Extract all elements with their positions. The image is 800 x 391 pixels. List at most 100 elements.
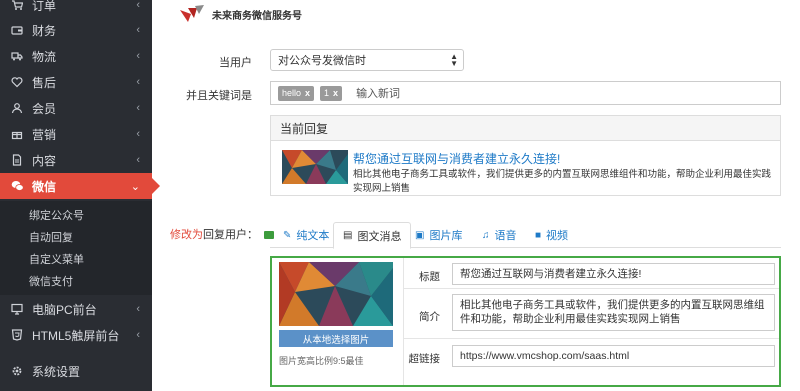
image-ratio-hint: 图片宽高比例9:5最佳 <box>279 356 364 366</box>
gear-icon <box>10 364 24 378</box>
remove-tag-button[interactable]: x <box>333 88 338 98</box>
tab-plain-text[interactable]: ✎ 纯文本 <box>274 222 338 248</box>
current-reply-panel: 当前回复 帮您通过互联网与消费者建立永久连接! 相比其他电子商务工具或软件，我们… <box>270 115 781 196</box>
sidebar-item-settings[interactable]: 系统设置 <box>0 358 152 384</box>
sidebar: 订单 ‹ 财务 ‹ 物流 ‹ 售后 ‹ 会员 ‹ 营销 ‹ 内容 ‹ 微信 ⌄ … <box>0 0 160 391</box>
chevron-left-icon: ‹ <box>136 329 140 341</box>
sidebar-item-content[interactable]: 内容 ‹ <box>0 147 152 173</box>
news-editor: 从本地选择图片 图片宽高比例9:5最佳 标题 帮您通过互联网与消费者建立永久连接… <box>270 256 781 387</box>
sidebar-item-label: 内容 <box>32 153 57 168</box>
tab-news[interactable]: ▤ 图文消息 <box>333 222 412 249</box>
monitor-icon <box>10 302 24 316</box>
sidebar-item-aftersale[interactable]: 售后 ‹ <box>0 69 152 95</box>
chevron-down-icon: ⌄ <box>130 180 140 193</box>
sidebar-item-label: 系统设置 <box>32 364 81 379</box>
gift-icon <box>10 127 24 141</box>
keyword-label: 并且关键词是 <box>186 90 252 102</box>
keyword-tag-text: 1 <box>324 88 330 98</box>
sidebar-item-label: 物流 <box>32 49 57 64</box>
video-icon: ■ <box>535 229 542 241</box>
html5-icon <box>10 328 24 342</box>
chevron-left-icon: ‹ <box>136 102 140 114</box>
sidebar-item-marketing[interactable]: 营销 ‹ <box>0 121 152 147</box>
sidebar-item-pc-frontend[interactable]: 电脑PC前台 ‹ <box>0 296 152 322</box>
chevron-left-icon: ‹ <box>136 303 140 315</box>
divider <box>403 338 779 339</box>
current-reply-description: 相比其他电子商务工具或软件，我们提供更多的内置互联网思维组件和功能，帮助企业利用… <box>353 169 772 194</box>
tab-label: 视频 <box>546 230 569 242</box>
user-event-select-value: 对公众号发微信时 <box>278 55 366 67</box>
submenu-item-custom-menu[interactable]: 自定义菜单 <box>0 248 152 270</box>
current-reply-heading: 当前回复 <box>271 116 780 141</box>
title-input[interactable]: 帮您通过互联网与消费者建立永久连接! <box>452 263 775 285</box>
new-keyword-input[interactable]: 输入新词 <box>356 85 400 101</box>
user-event-select[interactable]: 对公众号发微信时 ▲ ▼ <box>270 49 464 71</box>
modify-reply-row: 修改为回复用户： <box>170 226 274 242</box>
sidebar-item-logistics[interactable]: 物流 ‹ <box>0 43 152 69</box>
chevron-left-icon: ‹ <box>136 0 140 11</box>
keyword-tag: 1 x <box>320 85 343 101</box>
heart-icon <box>10 75 24 89</box>
keyword-tag-input[interactable]: hello x 1 x 输入新词 <box>270 81 781 105</box>
divider <box>403 288 779 289</box>
chevron-left-icon: ‹ <box>136 154 140 166</box>
wallet-icon <box>10 23 24 37</box>
tab-image-library[interactable]: ▣ 图片库 <box>406 222 471 248</box>
current-reply-title[interactable]: 帮您通过互联网与消费者建立永久连接! <box>353 150 560 167</box>
news-icon: ▤ <box>343 230 353 241</box>
current-reply-thumbnail <box>282 150 348 184</box>
reply-type-tabs: ✎ 纯文本 ▤ 图文消息 ▣ 图片库 ♫ 语音 ■ 视频 <box>270 222 781 249</box>
sidebar-item-members[interactable]: 会员 ‹ <box>0 95 152 121</box>
brand-logo <box>178 4 206 24</box>
modify-link[interactable]: 修改为 <box>170 229 203 241</box>
chevron-left-icon: ‹ <box>136 50 140 62</box>
sidebar-item-orders[interactable]: 订单 ‹ <box>0 0 152 18</box>
tab-audio[interactable]: ♫ 语音 <box>473 222 526 248</box>
audio-icon: ♫ <box>482 229 490 241</box>
tab-label: 纯文本 <box>296 230 330 242</box>
user-label: 当用户 <box>219 57 252 69</box>
image-icon: ▣ <box>415 229 425 241</box>
modify-label: 回复用户： <box>203 229 258 241</box>
active-indicator <box>152 178 160 194</box>
sidebar-item-label: 财务 <box>32 23 57 38</box>
sidebar-item-finance[interactable]: 财务 ‹ <box>0 17 152 43</box>
remove-tag-button[interactable]: x <box>305 88 310 98</box>
user-icon <box>10 101 24 115</box>
cover-image-preview <box>279 262 393 326</box>
tab-label: 语音 <box>494 230 517 242</box>
chevron-left-icon: ‹ <box>136 76 140 88</box>
sidebar-item-label: 售后 <box>32 75 57 90</box>
truck-icon <box>10 49 24 63</box>
sidebar-item-html5-frontend[interactable]: HTML5触屏前台 ‹ <box>0 322 152 348</box>
summary-label: 简介 <box>419 311 440 323</box>
sidebar-item-label: 微信 <box>32 179 57 194</box>
sidebar-item-label: HTML5触屏前台 <box>32 328 120 343</box>
submenu-item-auto-reply[interactable]: 自动回复 <box>0 226 152 248</box>
keyword-tag-text: hello <box>282 88 302 98</box>
sidebar-item-label: 会员 <box>32 101 57 116</box>
select-arrows-icon: ▲ ▼ <box>450 52 458 68</box>
edit-icon: ✎ <box>283 229 292 241</box>
sidebar-item-label: 订单 <box>32 0 57 13</box>
title-label: 标题 <box>419 271 440 283</box>
brand-name: 未来商务微信服务号 <box>212 10 302 22</box>
keyword-tag: hello x <box>278 85 315 101</box>
submenu-item-bind-account[interactable]: 绑定公众号 <box>0 204 152 226</box>
document-icon <box>10 153 24 167</box>
summary-textarea[interactable]: 相比其他电子商务工具或软件，我们提供更多的内置互联网思维组件和功能，帮助企业利用… <box>452 294 775 331</box>
wechat-icon <box>10 179 24 193</box>
tab-label: 图文消息 <box>357 230 402 243</box>
chevron-left-icon: ‹ <box>136 128 140 140</box>
sidebar-item-label: 电脑PC前台 <box>32 302 97 317</box>
link-input[interactable]: https://www.vmcshop.com/saas.html <box>452 345 775 367</box>
tab-video[interactable]: ■ 视频 <box>526 222 577 248</box>
brand: 未来商务微信服务号 <box>178 4 302 24</box>
upload-local-image-button[interactable]: 从本地选择图片 <box>279 330 393 347</box>
tab-label: 图片库 <box>429 230 463 242</box>
sidebar-item-label: 营销 <box>32 127 57 142</box>
sidebar-item-wechat[interactable]: 微信 ⌄ <box>0 173 160 199</box>
chevron-left-icon: ‹ <box>136 24 140 36</box>
cart-icon <box>10 0 24 12</box>
submenu-item-wechat-pay[interactable]: 微信支付 <box>0 270 152 292</box>
